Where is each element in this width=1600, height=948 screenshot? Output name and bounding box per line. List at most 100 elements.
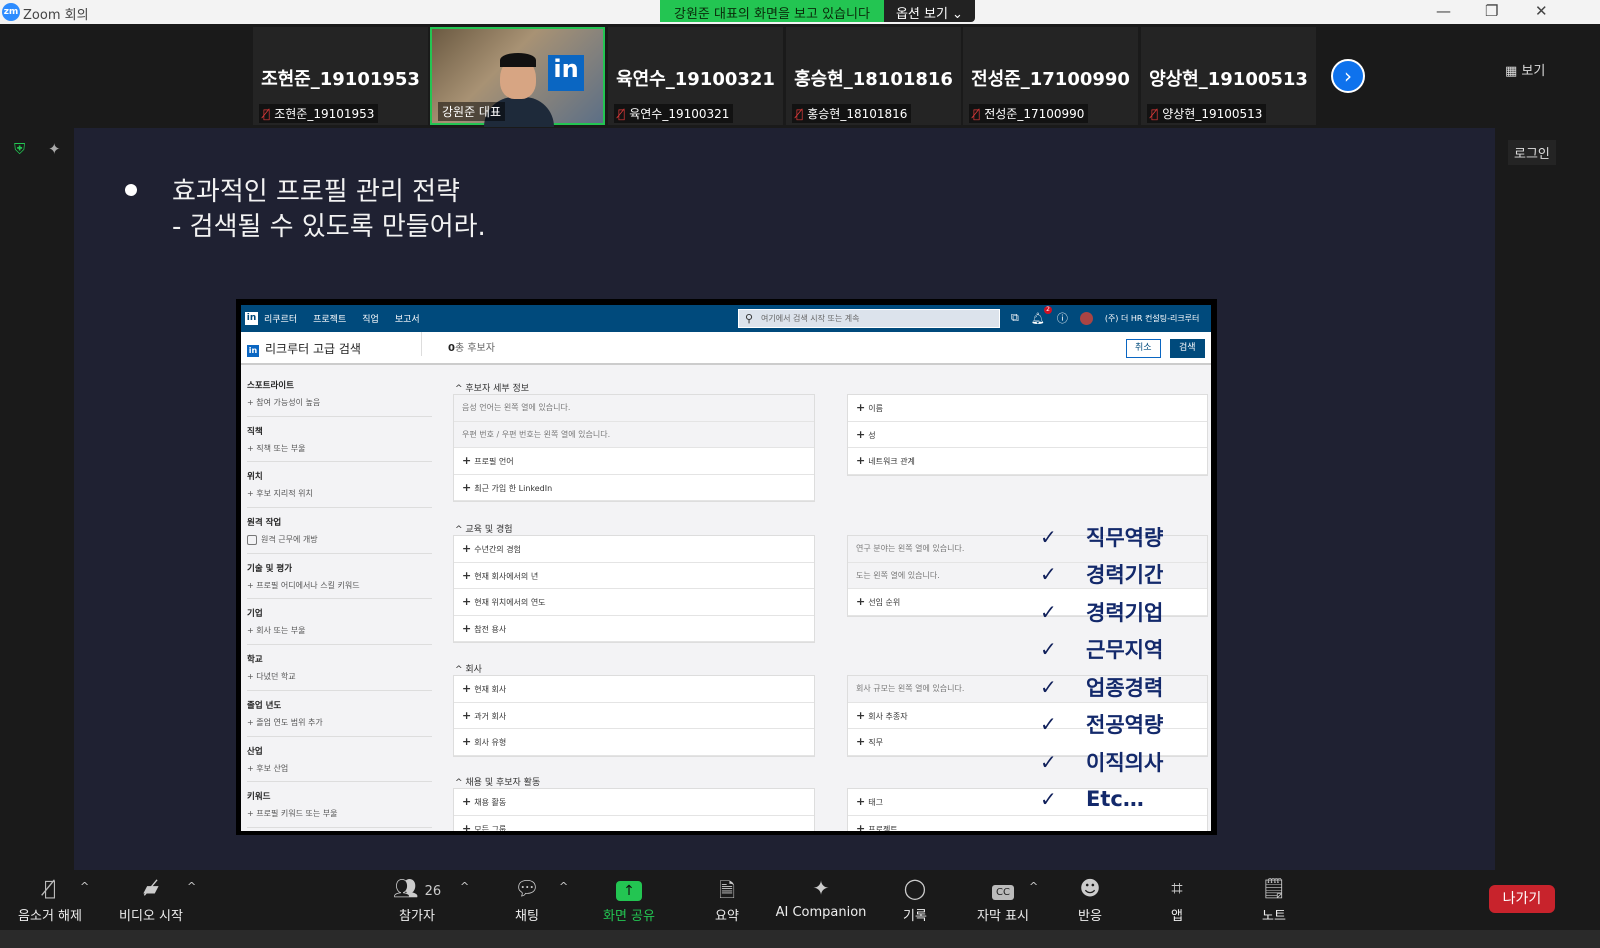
filter-add-link[interactable]: + 프로필 어디에서나 스킬 키워드 <box>247 580 432 591</box>
bell-icon[interactable]: 🔔︎ <box>1031 312 1045 325</box>
participant-tile[interactable]: 육연수_19100321 🎙̸ 육연수_19100321 <box>608 27 783 125</box>
view-label: 보기 <box>1521 64 1546 79</box>
info-row: 음성 언어는 왼쪽 열에 있습니다. <box>454 395 814 422</box>
checkmark-icon: ✓ <box>1040 674 1057 699</box>
page-title: in 리크루터 고급 검색 <box>247 340 361 357</box>
plus-icon: + <box>856 821 866 832</box>
start-video-label: 비디오 시작 <box>119 909 183 924</box>
captions-button[interactable]: CC 자막 표시 <box>970 876 1036 924</box>
participants-button[interactable]: 👥︎ 26 참가자 <box>382 876 452 924</box>
filter-add-link[interactable]: + 회사 또는 부울 <box>247 625 432 636</box>
filter-add-link[interactable]: + 다녔던 학교 <box>247 671 432 682</box>
add-filter-row[interactable]: + 수년간의 경험 <box>454 536 814 563</box>
add-filter-row[interactable]: + 현재 회사에서의 년 <box>454 563 814 589</box>
checklist-label: 직무역량 <box>1086 525 1164 550</box>
reactions-button[interactable]: ☻ 반응 <box>1070 876 1110 924</box>
notification-badge: 2 <box>1044 306 1052 314</box>
add-filter-row[interactable]: + 성 <box>848 422 1207 448</box>
view-button[interactable]: ▦ 보기 <box>1505 60 1545 79</box>
share-screen-button[interactable]: ↑ 화면 공유 <box>596 876 662 924</box>
checkmark-icon: ✓ <box>1040 712 1057 737</box>
filter-add-link[interactable]: 원격 근무에 개방 <box>247 534 432 545</box>
add-filter-row[interactable]: + 과거 회사 <box>454 703 814 729</box>
ai-sparkle-icon[interactable]: ✦ <box>48 140 61 158</box>
participants-caret[interactable]: ^ <box>460 880 469 893</box>
audio-options-caret[interactable]: ^ <box>80 880 89 893</box>
search-button[interactable]: 검색 <box>1170 339 1205 358</box>
chat-button[interactable]: 💬︎ 채팅 <box>505 876 549 924</box>
login-button[interactable]: 로그인 <box>1508 140 1556 165</box>
chat-caret[interactable]: ^ <box>559 880 568 893</box>
section-heading[interactable]: ^ 후보자 세부 정보 <box>455 381 529 394</box>
nav-jobs[interactable]: 직업 <box>362 312 379 325</box>
section-heading[interactable]: ^ 회사 <box>455 662 482 675</box>
notes-button[interactable]: 🗒︎ 노트 <box>1255 876 1293 924</box>
messages-icon[interactable]: ⧉ <box>1011 311 1019 325</box>
add-filter-row[interactable]: + 네트워크 관계 <box>848 448 1207 475</box>
section-heading[interactable]: ^ 교육 및 경험 <box>455 522 513 535</box>
add-filter-row[interactable]: + 최근 가입 한 LinkedIn <box>454 475 814 501</box>
filter-add-link[interactable]: + 프로필 키워드 또는 부울 <box>247 808 432 819</box>
summary-label: 요약 <box>715 909 739 924</box>
nav-reports[interactable]: 보고서 <box>395 312 420 325</box>
security-shield-icon[interactable]: ⛨ <box>14 140 25 158</box>
next-participants-button[interactable]: › <box>1331 59 1365 93</box>
leave-button[interactable]: 나가기 <box>1489 885 1555 913</box>
plus-icon: + <box>856 708 866 722</box>
apps-label: 앱 <box>1171 909 1183 924</box>
view-options-button[interactable]: 옵션 보기 ⌄ <box>883 0 975 22</box>
unmute-button[interactable]: 🎙̸ 음소거 해제 <box>14 876 86 924</box>
video-options-caret[interactable]: ^ <box>187 880 196 893</box>
add-filter-row[interactable]: + 모든 그룹 <box>454 816 814 832</box>
participant-tile[interactable]: 홍승현_18101816 🎙̸ 홍승현_18101816 <box>786 27 961 125</box>
checklist-item: ✓ 전공역량 <box>1040 706 1163 744</box>
start-video-button[interactable]: ▰̸ 비디오 시작 <box>114 876 188 924</box>
captions-caret[interactable]: ^ <box>1029 880 1038 893</box>
filter-heading: 위치 <box>247 472 263 483</box>
plus-icon: + <box>462 735 472 748</box>
record-button[interactable]: ◯ 기록 <box>895 876 935 924</box>
record-icon: ◯ <box>903 876 927 900</box>
row-label: 회사 추종자 <box>868 711 908 721</box>
add-filter-row[interactable]: + 채용 활동 <box>454 789 814 816</box>
cancel-button[interactable]: 취소 <box>1126 339 1161 358</box>
linkedin-search-input[interactable]: 여기에서 검색 시작 또는 계속 <box>738 309 1000 328</box>
avatar[interactable] <box>1079 311 1093 325</box>
nav-recruiter[interactable]: 리쿠르터 <box>264 312 297 325</box>
close-icon[interactable]: ✕ <box>1535 2 1548 20</box>
row-label: 연구 분야는 왼쪽 열에 있습니다. <box>856 544 965 553</box>
filter-sidebar: 스포트라이트 + 참여 가능성이 높음 직책 + 직책 또는 부울 위치 + 후보 지리적… <box>247 371 432 828</box>
section-heading[interactable]: ^ 채용 및 후보자 활동 <box>455 775 540 788</box>
summary-button[interactable]: 🗎 요약 <box>705 876 749 924</box>
filter-add-link[interactable]: + 직책 또는 부울 <box>247 443 432 454</box>
filter-add-link[interactable]: + 참여 가능성이 높음 <box>247 397 432 408</box>
filter-group: 산업 + 후보 산업 <box>247 737 432 783</box>
add-filter-row[interactable]: + 프로필 언어 <box>454 448 814 475</box>
row-label: 현재 회사 <box>474 685 507 694</box>
participant-tile[interactable]: 전성준_17100990 🎙̸ 전성준_17100990 <box>963 27 1138 125</box>
restore-icon[interactable]: ❐ <box>1485 2 1498 20</box>
filter-add-link[interactable]: + 후보 산업 <box>247 763 432 774</box>
add-filter-row[interactable]: + 이름 <box>848 395 1207 422</box>
participant-name-large: 홍승현_18101816 <box>794 69 953 90</box>
add-filter-row[interactable]: + 참전 용사 <box>454 616 814 642</box>
apps-button[interactable]: ⌗ 앱 <box>1160 876 1194 924</box>
share-message: 강원준 대표의 화면을 보고 있습니다 <box>660 0 884 22</box>
help-icon[interactable]: ⓘ <box>1057 310 1068 326</box>
add-filter-row[interactable]: + 회사 유형 <box>454 729 814 756</box>
participant-tile[interactable]: 양상현_19100513 🎙̸ 양상현_19100513 <box>1141 27 1316 125</box>
add-filter-row[interactable]: + 현재 위치에서의 연도 <box>454 589 814 616</box>
nav-projects[interactable]: 프로젝트 <box>313 312 346 325</box>
reaction-emoji-icon: ☻ <box>1079 876 1101 900</box>
filter-add-link[interactable]: + 후보 지리적 위치 <box>247 488 432 499</box>
filter-add-link[interactable]: + 졸업 연도 범위 추가 <box>247 717 432 728</box>
ai-companion-button[interactable]: ✦ AI Companion <box>772 876 870 920</box>
participant-video-tile[interactable]: in 강원준 대표 <box>430 27 605 127</box>
plus-icon: + <box>856 795 866 808</box>
add-filter-row[interactable]: + 현재 회사 <box>454 676 814 703</box>
remote-checkbox[interactable] <box>247 534 257 545</box>
ai-sparkle-icon: ✦ <box>812 876 830 900</box>
participant-name-large: 전성준_17100990 <box>971 69 1130 90</box>
minimize-icon[interactable]: — <box>1436 2 1451 20</box>
participant-tile[interactable]: 조현준_19101953 🎙̸ 조현준_19101953 <box>253 27 428 125</box>
